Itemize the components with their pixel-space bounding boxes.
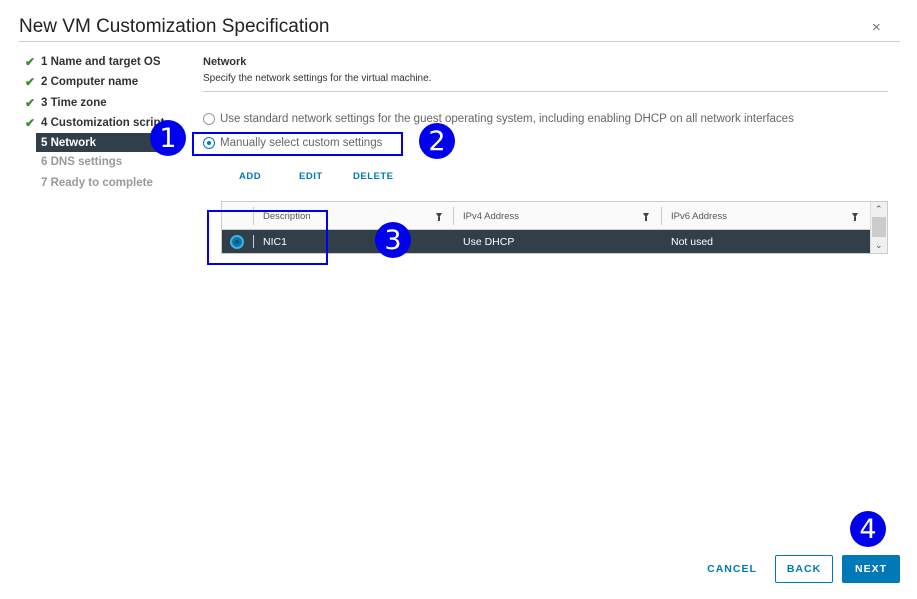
add-button[interactable]: ADD [239, 171, 261, 182]
filter-icon[interactable] [436, 213, 442, 221]
step-ready-to-complete: 7 Ready to complete [19, 172, 179, 192]
column-header-ipv4[interactable]: IPv4 Address [453, 202, 661, 230]
chevron-up-icon[interactable]: ⌃ [875, 204, 883, 214]
grid-scrollbar[interactable]: ⌃ ⌄ [870, 202, 887, 253]
check-icon: ✔ [25, 95, 36, 110]
column-header-ipv6[interactable]: IPv6 Address [661, 202, 870, 230]
step-marker-4: 4 [850, 511, 886, 547]
scroll-thumb[interactable] [872, 217, 886, 237]
check-icon: ✔ [25, 116, 36, 131]
step-time-zone[interactable]: ✔ 3 Time zone [19, 93, 179, 113]
section-title: Network [203, 56, 247, 68]
filter-icon[interactable] [643, 213, 649, 221]
filter-icon[interactable] [852, 213, 858, 221]
back-button[interactable]: BACK [775, 555, 833, 583]
step-dns-settings: 6 DNS settings [19, 152, 179, 172]
step-marker-1: 1 [150, 120, 186, 156]
section-divider [203, 91, 888, 92]
chevron-down-icon[interactable]: ⌄ [875, 240, 883, 250]
title-divider [19, 41, 900, 42]
step-label: 6 DNS settings [41, 156, 123, 169]
step-label: 5 Network [41, 136, 96, 149]
edit-button[interactable]: EDIT [299, 171, 323, 182]
check-icon: ✔ [25, 75, 36, 90]
step-marker-3: 3 [375, 222, 411, 258]
dialog-title: New VM Customization Specification [19, 16, 330, 37]
step-marker-2: 2 [419, 123, 455, 159]
step-computer-name[interactable]: ✔ 2 Computer name [19, 72, 179, 92]
standard-settings-label: Use standard network settings for the gu… [220, 113, 794, 125]
close-icon[interactable]: × [872, 20, 881, 36]
step-label: 4 Customization script [41, 117, 165, 130]
check-icon: ✔ [25, 55, 36, 70]
step-name-and-target-os[interactable]: ✔ 1 Name and target OS [19, 52, 179, 72]
step-label: 2 Computer name [41, 76, 139, 89]
delete-button[interactable]: DELETE [353, 171, 393, 182]
standard-settings-option[interactable]: Use standard network settings for the gu… [203, 113, 794, 125]
highlight-box-manual-option [192, 132, 403, 156]
step-label: 1 Name and target OS [41, 56, 161, 69]
next-button[interactable]: NEXT [842, 555, 900, 583]
radio-button[interactable] [203, 113, 215, 125]
cancel-button[interactable]: CANCEL [700, 555, 764, 583]
section-description: Specify the network settings for the vir… [203, 73, 432, 84]
step-label: 3 Time zone [41, 96, 107, 109]
highlight-box-nic-row [207, 210, 328, 265]
cell-ipv6: Not used [671, 235, 714, 248]
step-label: 7 Ready to complete [41, 176, 153, 189]
wizard-steps: ✔ 1 Name and target OS ✔ 2 Computer name… [19, 52, 179, 193]
cell-ipv4: Use DHCP [463, 235, 515, 248]
